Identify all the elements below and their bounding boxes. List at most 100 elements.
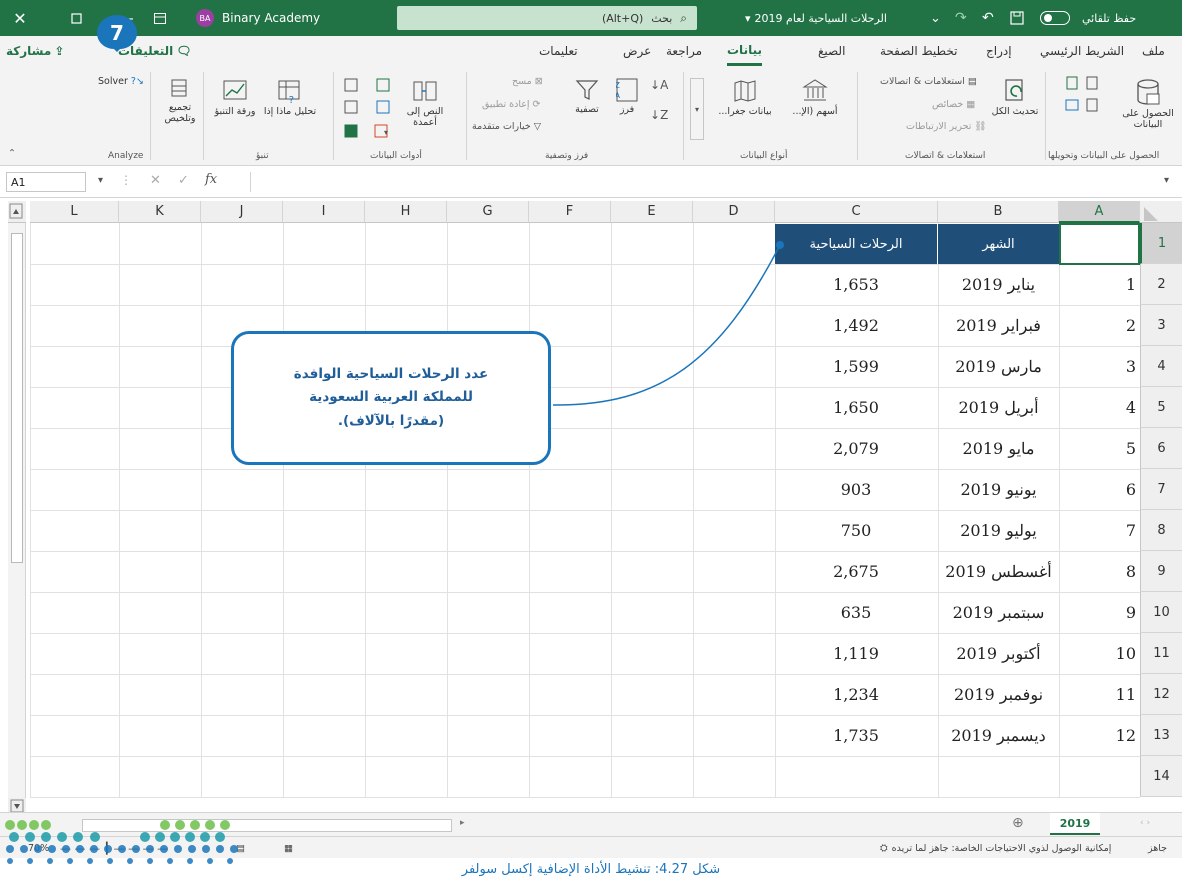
scroll-down-button[interactable] (8, 798, 26, 813)
cell-index[interactable]: 2 (1059, 305, 1136, 346)
cancel-icon[interactable]: ✕ (150, 173, 161, 188)
cell-month[interactable]: أكتوبر 2019 (942, 633, 1055, 674)
outline-button[interactable]: تجميع وتلخيص (160, 78, 200, 125)
row-header-14[interactable]: 14 (1140, 756, 1182, 797)
clear-filter-button[interactable]: ⊠ مسح (512, 76, 543, 87)
from-web-icon[interactable] (1085, 76, 1099, 90)
cell-trips[interactable]: 1,650 (775, 387, 937, 428)
from-text-icon[interactable] (1065, 76, 1079, 90)
tab-formulas[interactable]: الصيغ (818, 36, 845, 66)
user-name[interactable]: Binary Academy (222, 0, 320, 36)
properties-button[interactable]: ▦ خصائص (932, 99, 975, 110)
cell-trips[interactable]: 1,653 (775, 264, 937, 305)
save-icon[interactable] (1010, 0, 1024, 36)
text-to-columns-button[interactable]: النص إلى أعمدة (400, 78, 450, 129)
ribbon-display-icon[interactable] (152, 0, 168, 36)
row-header-6[interactable]: 6 (1140, 428, 1182, 469)
column-header-c[interactable]: C (775, 201, 938, 223)
filter-button[interactable]: تصفية (567, 78, 607, 116)
column-header-e[interactable]: E (611, 201, 693, 223)
get-data-button[interactable]: الحصول على البيانات (1118, 78, 1178, 131)
cell-index[interactable]: 9 (1059, 592, 1136, 633)
cell-trips[interactable]: 2,675 (775, 551, 937, 592)
column-header-b[interactable]: B (938, 201, 1059, 223)
relationships-icon[interactable] (344, 100, 358, 114)
column-header-k[interactable]: K (119, 201, 201, 223)
cell-month[interactable]: يناير 2019 (942, 264, 1055, 305)
sheet-tab-2019[interactable]: 2019 (1050, 813, 1100, 835)
geography-button[interactable]: بيانات جغرا... (710, 78, 780, 118)
name-box[interactable]: A1 (6, 172, 86, 192)
cell-month[interactable]: نوفمبر 2019 (942, 674, 1055, 715)
expand-formula-bar-icon[interactable]: ▾ (1164, 175, 1169, 186)
enter-icon[interactable]: ✓ (178, 173, 189, 188)
row-header-2[interactable]: 2 (1140, 264, 1182, 305)
cell-month[interactable]: سبتمبر 2019 (942, 592, 1055, 633)
cell-trips[interactable]: 635 (775, 592, 937, 633)
cell-month[interactable]: مايو 2019 (942, 428, 1055, 469)
tab-review[interactable]: مراجعة (666, 36, 702, 66)
row-header-13[interactable]: 13 (1140, 715, 1182, 756)
add-sheet-icon[interactable]: ⊕ (1012, 815, 1024, 831)
reapply-button[interactable]: ⟳ إعادة تطبيق (482, 99, 541, 110)
cell-month[interactable]: ديسمبر 2019 (942, 715, 1055, 756)
share-button[interactable]: ⇪ مشاركة (6, 40, 64, 62)
column-header-l[interactable]: L (30, 201, 119, 223)
tab-page-layout[interactable]: تخطيط الصفحة (880, 36, 957, 66)
queries-connections-button[interactable]: ▤ استعلامات & اتصالات (880, 76, 977, 87)
sort-ascending-icon[interactable]: A↓ (650, 78, 668, 92)
recent-sources-icon[interactable] (1085, 98, 1099, 112)
from-table-icon[interactable] (1065, 98, 1079, 112)
cell-index[interactable]: 1 (1059, 264, 1136, 305)
cell-index[interactable]: 11 (1059, 674, 1136, 715)
cell-trips[interactable]: 1,234 (775, 674, 937, 715)
row-header-9[interactable]: 9 (1140, 551, 1182, 592)
column-header-h[interactable]: H (365, 201, 447, 223)
cell-month[interactable]: يونيو 2019 (942, 469, 1055, 510)
cell-index[interactable]: 10 (1059, 633, 1136, 674)
column-header-a[interactable]: A (1059, 201, 1140, 223)
data-model-icon[interactable] (344, 124, 358, 138)
cell-index[interactable]: 7 (1059, 510, 1136, 551)
cell-index[interactable]: 8 (1059, 551, 1136, 592)
tab-data[interactable]: بيانات (727, 36, 762, 66)
tab-home[interactable]: الشريط الرئيسي (1040, 36, 1124, 66)
formula-input[interactable] (250, 172, 1170, 192)
undo-icon[interactable]: ↶ (982, 0, 994, 36)
row-header-3[interactable]: 3 (1140, 305, 1182, 346)
tab-view[interactable]: عرض (623, 36, 651, 66)
cell-trips[interactable]: 1,492 (775, 305, 937, 346)
header-trips-cell[interactable]: الرحلات السياحية (775, 224, 937, 264)
restore-icon[interactable] (68, 0, 84, 36)
data-types-gallery-scroll[interactable]: ▾ (690, 78, 704, 140)
name-box-dropdown-icon[interactable]: ▾ (98, 175, 103, 186)
row-header-4[interactable]: 4 (1140, 346, 1182, 387)
consolidate-icon[interactable] (344, 78, 358, 92)
tab-insert[interactable]: إدراج (986, 36, 1012, 66)
cell-index[interactable]: 12 (1059, 715, 1136, 756)
header-month-cell[interactable]: الشهر (938, 224, 1059, 264)
row-header-8[interactable]: 8 (1140, 510, 1182, 551)
scroll-up-button[interactable] (8, 201, 26, 223)
accessibility-status[interactable]: إمكانية الوصول لذوي الاحتياجات الخاصة: ج… (880, 837, 1111, 859)
cell-month[interactable]: أغسطس 2019 (942, 551, 1055, 592)
tab-file[interactable]: ملف (1142, 36, 1165, 66)
redo-icon[interactable]: ↷ (955, 0, 967, 36)
cell-month[interactable]: فبراير 2019 (942, 305, 1055, 346)
cell-month[interactable]: أبريل 2019 (942, 387, 1055, 428)
cell-month[interactable]: مارس 2019 (942, 346, 1055, 387)
scroll-right-icon[interactable]: ▸ (460, 818, 465, 828)
column-header-f[interactable]: F (529, 201, 611, 223)
tab-help[interactable]: تعليمات (539, 36, 578, 66)
cell-index[interactable]: 4 (1059, 387, 1136, 428)
row-header-1[interactable]: 1 (1140, 223, 1182, 264)
search-box[interactable]: (Alt+Q) بحث ⌕ (397, 6, 697, 30)
vertical-scrollbar[interactable] (8, 223, 26, 812)
cell-trips[interactable]: 1,599 (775, 346, 937, 387)
row-header-5[interactable]: 5 (1140, 387, 1182, 428)
cell-trips[interactable]: 903 (775, 469, 937, 510)
close-icon[interactable]: ✕ (10, 0, 30, 36)
column-header-d[interactable]: D (693, 201, 775, 223)
sort-descending-icon[interactable]: Z↓ (650, 108, 668, 122)
row-header-11[interactable]: 11 (1140, 633, 1182, 674)
